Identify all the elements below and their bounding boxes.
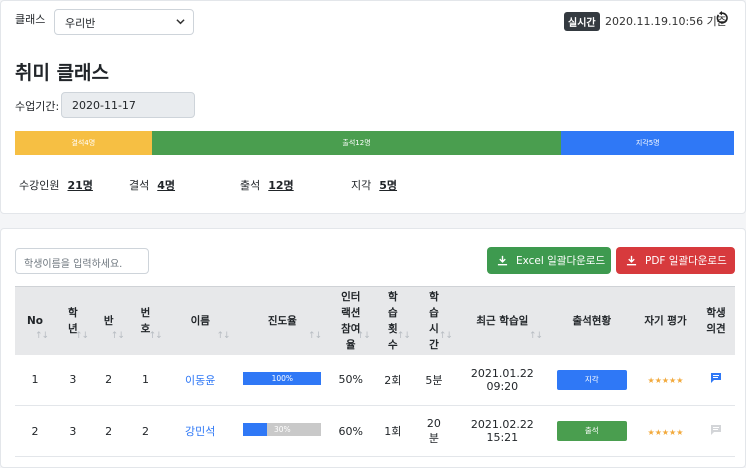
pdf-download-label: PDF 일괄다운로드 xyxy=(645,255,727,267)
pdf-download-button[interactable]: PDF 일괄다운로드 xyxy=(616,247,735,274)
cell-self: ★★★★★ xyxy=(633,354,698,406)
realtime-badge: 실시간 xyxy=(564,12,600,31)
student-name-link[interactable]: 강민석 xyxy=(185,425,215,438)
cell-class: 2 xyxy=(90,354,127,406)
status-badge[interactable]: 출석 xyxy=(556,421,627,441)
excel-download-button[interactable]: Excel 일괄다운로드 xyxy=(487,247,611,274)
cell-count: 1회 xyxy=(372,405,413,457)
progress-label: 30% xyxy=(274,425,291,434)
cell-number: 2 xyxy=(126,405,165,457)
cell-number: 1 xyxy=(126,354,165,406)
cell-status: 지각 xyxy=(549,354,634,406)
col-recent[interactable]: 최근 학습일 ↑↓ xyxy=(454,286,550,355)
cell-count: 2회 xyxy=(372,354,413,406)
status-badge[interactable]: 지각 xyxy=(556,369,627,390)
col-no[interactable]: No ↑↓ xyxy=(15,286,55,355)
cell-recent: 2021.02.22 15:21 xyxy=(454,405,550,457)
star-rating: ★★★★★ xyxy=(647,427,684,437)
recent-date: 2021.02.22 xyxy=(470,418,534,431)
cell-grade: 3 xyxy=(55,354,91,406)
progress-bar: 30% xyxy=(243,423,322,436)
col-name[interactable]: 이름 ↑↓ xyxy=(164,286,237,355)
cell-opinion xyxy=(697,405,735,457)
cell-class: 2 xyxy=(90,405,127,457)
cell-opinion xyxy=(697,354,735,406)
stat-absent: 결석 4명 xyxy=(129,179,176,192)
cell-no: 2 xyxy=(15,405,55,457)
cell-progress: 30% xyxy=(236,405,329,457)
cell-time: 20분 xyxy=(412,405,455,457)
period-label: 수업기간: xyxy=(15,100,60,113)
col-grade[interactable]: 학년 ↑↓ xyxy=(55,286,91,355)
comment-icon[interactable] xyxy=(710,372,722,384)
cell-recent: 2021.01.22 09:20 xyxy=(454,354,550,406)
col-interaction[interactable]: 인터랙션참여율 ↑↓ xyxy=(328,286,373,355)
col-time[interactable]: 학습시간 ↑↓ xyxy=(412,286,455,355)
stat-late: 지각 5명 xyxy=(351,179,398,192)
refresh-icon[interactable] xyxy=(715,11,729,25)
cell-name: 강민석 xyxy=(164,405,237,457)
recent-time: 15:21 xyxy=(486,431,519,444)
download-icon xyxy=(626,255,637,266)
col-progress[interactable]: 진도율 ↑↓ xyxy=(236,286,329,355)
col-number[interactable]: 번호 ↑↓ xyxy=(126,286,165,355)
download-icon xyxy=(497,255,508,266)
table-row: 1 3 2 1 이동윤 100% 50% 2회 5분 2021.01.22 09:… xyxy=(15,354,735,406)
col-status: 출석현황 xyxy=(549,286,634,355)
col-count[interactable]: 학습횟수 ↑↓ xyxy=(372,286,413,355)
cell-time: 5분 xyxy=(412,354,455,406)
stat-enrolled: 수강인원 21명 xyxy=(19,179,93,192)
col-class[interactable]: 반 ↑↓ xyxy=(90,286,127,355)
table-header-row: No ↑↓ 학년 ↑↓ 반 ↑↓ 번호 ↑↓ 이름 ↑↓ 진도율 ↑↓ 인터랙션참여율 ↑↓ … xyxy=(15,286,735,355)
cell-grade: 3 xyxy=(55,405,91,457)
cell-self: ★★★★★ xyxy=(633,405,698,457)
cell-no: 1 xyxy=(15,354,55,406)
period-field[interactable]: 2020-11-17 xyxy=(61,92,195,118)
excel-download-label: Excel 일괄다운로드 xyxy=(516,255,606,267)
class-select[interactable]: 우리반 xyxy=(54,9,194,35)
students-table: No ↑↓ 학년 ↑↓ 반 ↑↓ 번호 ↑↓ 이름 ↑↓ 진도율 ↑↓ 인터랙션참여율 ↑↓ … xyxy=(15,286,735,457)
table-row: 2 3 2 2 강민석 30% 60% 1회 20분 2021.02.22 15:… xyxy=(15,405,735,457)
cell-progress: 100% xyxy=(236,354,329,406)
class-select-value: 우리반 xyxy=(65,17,96,30)
page-title: 취미 클래스 xyxy=(15,62,110,84)
cell-interaction: 60% xyxy=(328,405,373,457)
recent-time: 09:20 xyxy=(486,379,519,393)
col-opinion: 학생의견 xyxy=(697,286,735,355)
absent-segment: 결석4명 xyxy=(15,131,152,155)
student-search-input[interactable]: 학생이름을 입력하세요. xyxy=(15,248,149,274)
timestamp: 2020.11.19.10:56 기준 xyxy=(605,15,727,28)
attend-segment: 출석12명 xyxy=(151,131,562,155)
recent-date: 2021.01.22 xyxy=(470,366,534,380)
progress-bar: 100% xyxy=(243,371,322,385)
cell-status: 출석 xyxy=(549,405,634,457)
comment-icon[interactable] xyxy=(710,424,722,436)
col-self: 자기 평가 xyxy=(633,286,698,355)
star-rating: ★★★★★ xyxy=(647,376,684,386)
cell-name: 이동윤 xyxy=(164,354,237,406)
class-label: 클래스 xyxy=(15,13,46,26)
chevron-down-icon xyxy=(176,19,185,25)
progress-label: 100% xyxy=(271,373,294,383)
cell-interaction: 50% xyxy=(328,354,373,406)
stat-attend: 출석 12명 xyxy=(240,179,294,192)
attendance-bar: 결석4명 출석12명 지각5명 xyxy=(15,131,734,155)
late-segment: 지각5명 xyxy=(561,131,734,155)
student-name-link[interactable]: 이동윤 xyxy=(185,374,215,387)
